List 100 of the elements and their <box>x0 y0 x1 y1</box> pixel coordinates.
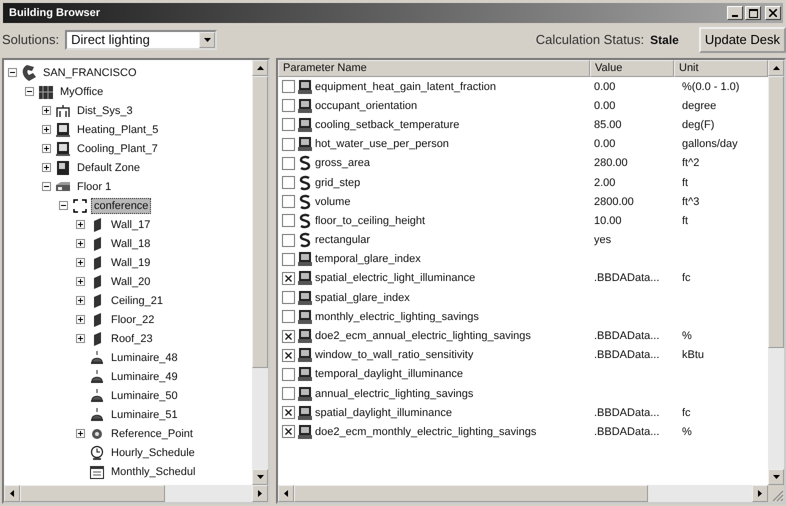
s-shape-icon <box>297 194 313 210</box>
tree-item[interactable]: Floor 1 <box>74 178 114 194</box>
computer-icon <box>297 98 313 114</box>
checkbox[interactable] <box>282 272 295 285</box>
checkbox[interactable] <box>282 406 295 420</box>
minimize-button[interactable] <box>727 6 743 20</box>
scroll-left-icon <box>10 490 14 497</box>
tree-item[interactable]: MyOffice <box>57 84 106 100</box>
tree-item[interactable]: Wall_20 <box>108 274 154 290</box>
close-button[interactable] <box>765 6 781 20</box>
calculation-status-label: Calculation Status: <box>536 32 644 47</box>
expand-icon[interactable] <box>42 125 51 134</box>
checkbox[interactable] <box>282 348 295 362</box>
tree-item[interactable]: Dist_Sys_3 <box>74 102 136 118</box>
tree-item[interactable]: Luminaire_51 <box>108 406 181 422</box>
tree-item[interactable]: Heating_Plant_5 <box>74 122 162 138</box>
expand-icon[interactable] <box>76 277 85 286</box>
expand-icon[interactable] <box>76 429 85 438</box>
tree-item[interactable]: Wall_19 <box>108 254 154 270</box>
checkbox[interactable] <box>282 252 295 266</box>
expand-icon[interactable] <box>76 239 85 248</box>
computer-icon <box>297 78 313 95</box>
vertical-scrollbar[interactable] <box>768 60 784 485</box>
horizontal-scrollbar[interactable] <box>4 485 268 502</box>
scroll-up-icon <box>256 66 264 70</box>
tree-item[interactable]: Monthly_Schedul <box>108 464 198 480</box>
expand-icon[interactable] <box>42 144 51 153</box>
pipe-icon <box>55 102 71 118</box>
collapse-icon[interactable] <box>59 201 68 210</box>
tree-item[interactable]: Wall_17 <box>108 216 154 232</box>
column-header[interactable]: Value <box>590 60 674 77</box>
tree-item[interactable]: Wall_18 <box>108 236 154 252</box>
checkbox[interactable] <box>282 387 295 400</box>
checkbox[interactable] <box>282 138 295 151</box>
checkbox[interactable] <box>282 214 295 228</box>
checkbox[interactable] <box>282 368 295 381</box>
lamp-icon <box>89 350 105 366</box>
horizontal-scrollbar[interactable] <box>278 485 784 502</box>
tree-item[interactable]: conference <box>91 198 152 214</box>
tree-item[interactable]: Luminaire_50 <box>108 388 181 404</box>
collapse-icon[interactable] <box>8 68 17 77</box>
zone-icon <box>55 160 71 176</box>
resize-grip-icon[interactable] <box>772 490 784 502</box>
maximize-button[interactable] <box>745 6 761 20</box>
computer-icon <box>297 424 313 440</box>
column-header[interactable]: Parameter Name <box>278 60 590 77</box>
vertical-scrollbar[interactable] <box>252 60 268 485</box>
parameter-unit: fc <box>682 406 691 419</box>
tree-item[interactable]: Floor_22 <box>108 312 158 328</box>
scroll-right-icon <box>258 490 262 497</box>
parameter-unit: ft^3 <box>682 196 700 208</box>
collapse-icon[interactable] <box>25 87 34 96</box>
parameter-unit: fc <box>682 272 691 284</box>
monitor-icon <box>55 122 71 138</box>
checkbox[interactable] <box>282 99 295 112</box>
dropdown-arrow-icon <box>204 38 211 42</box>
expand-icon[interactable] <box>76 220 85 229</box>
checkbox[interactable] <box>282 176 295 190</box>
checkbox[interactable] <box>282 234 295 247</box>
expand-icon[interactable] <box>42 106 51 115</box>
parameter-value: .BBDAData... <box>594 330 660 342</box>
tree-item[interactable]: Reference_Point <box>108 426 196 442</box>
parameter-value: 0.00 <box>594 80 616 93</box>
calendar-icon <box>89 464 105 480</box>
parameter-value: 0.00 <box>594 138 616 150</box>
building-icon <box>38 84 54 100</box>
collapse-icon[interactable] <box>42 182 51 191</box>
expand-icon[interactable] <box>76 315 85 324</box>
checkbox[interactable] <box>282 330 295 343</box>
expand-icon[interactable] <box>42 163 51 172</box>
s-shape-icon <box>297 232 313 248</box>
bracket-icon <box>72 198 88 214</box>
update-button[interactable]: Update Desk <box>698 26 786 52</box>
tree-item[interactable]: SAN_FRANCISCO <box>40 64 140 80</box>
tree-item[interactable]: Luminaire_48 <box>108 350 181 366</box>
parameter-unit: degree <box>682 100 716 112</box>
expand-icon[interactable] <box>76 296 85 305</box>
checkbox[interactable] <box>282 156 295 170</box>
tree-item[interactable]: Hourly_Schedule <box>108 444 198 460</box>
solutions-dropdown[interactable]: Direct lighting <box>65 30 218 50</box>
checkbox[interactable] <box>282 195 295 208</box>
checkbox[interactable] <box>282 425 295 438</box>
checkbox[interactable] <box>282 291 295 304</box>
tree-item[interactable]: Cooling_Plant_7 <box>74 140 161 156</box>
checkbox[interactable] <box>282 310 295 324</box>
tree-item[interactable]: Roof_23 <box>108 330 156 346</box>
s-shape-icon <box>297 212 313 229</box>
parameter-unit: ft <box>682 176 688 189</box>
parameter-value: 0.00 <box>594 100 616 112</box>
tree-item[interactable]: Luminaire_49 <box>108 368 181 384</box>
expand-icon[interactable] <box>76 334 85 343</box>
tree-item[interactable]: Ceiling_21 <box>108 292 166 308</box>
parameter-name: temporal_daylight_illuminance <box>315 368 463 380</box>
checkbox[interactable] <box>282 80 295 94</box>
maximize-icon <box>748 8 758 18</box>
checkbox[interactable] <box>282 118 295 132</box>
expand-icon[interactable] <box>76 258 85 267</box>
tree-item[interactable]: Default Zone <box>74 160 143 176</box>
parameter-value: .BBDAData... <box>594 272 660 284</box>
column-header[interactable]: Unit <box>674 60 768 77</box>
